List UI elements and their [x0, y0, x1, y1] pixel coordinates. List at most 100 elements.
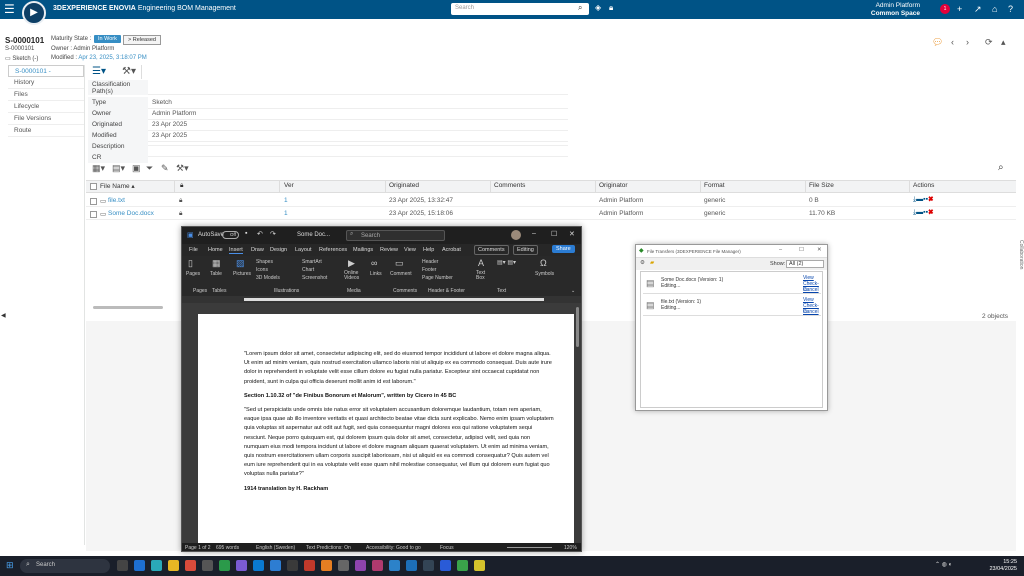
menu-references[interactable]: References — [319, 247, 347, 253]
nav-item-history[interactable]: History — [8, 77, 84, 89]
word-page[interactable]: "Lorem ipsum dolor sit amet, consectetur… — [198, 314, 574, 544]
word-window[interactable]: ▣ AutoSave Off ▪ ↶ ↷ Some Doc... Search … — [181, 226, 582, 552]
status-focus[interactable]: Focus — [440, 545, 454, 551]
search-input[interactable]: Search — [451, 3, 589, 15]
taskbar-app-icon[interactable] — [406, 560, 417, 571]
filter-icon[interactable]: ⏷ — [146, 163, 153, 174]
system-tray-icons[interactable]: ⌃ ◍ ◐ — [935, 561, 952, 568]
status-page[interactable]: Page 1 of 2 — [185, 545, 211, 551]
status-predictions[interactable]: Text Predictions: On — [306, 545, 351, 551]
task-view-icon[interactable] — [117, 560, 128, 571]
list-item[interactable]: ▤ Some Doc.docx (Version: 1) Editing... … — [643, 274, 821, 294]
tag-icon[interactable]: ◈ — [595, 3, 601, 12]
folder-icon[interactable]: ▰ — [650, 260, 654, 266]
menu-file[interactable]: File — [189, 247, 198, 253]
table-row[interactable] — [86, 195, 1016, 207]
edge-icon[interactable] — [151, 560, 162, 571]
version-link[interactable]: 1 — [284, 197, 288, 204]
previous-icon[interactable]: ‹ — [951, 37, 954, 47]
ribbon-header[interactable]: Header — [422, 259, 438, 265]
lock-icon[interactable]: 🔒︎ — [609, 3, 613, 13]
notification-badge[interactable]: 1 — [940, 4, 950, 14]
status-zoom[interactable]: 120% — [564, 545, 577, 551]
word-scrollbar[interactable] — [576, 307, 579, 347]
status-accessibility[interactable]: Accessibility: Good to go — [366, 545, 421, 551]
nav-item-route[interactable]: Route — [8, 125, 84, 137]
refresh-icon[interactable]: ⟳ — [985, 37, 993, 48]
add-icon[interactable]: + — [957, 3, 962, 15]
ribbon-3d-models[interactable]: 3D Models — [256, 275, 280, 281]
edit-icon[interactable]: ✎ — [161, 163, 169, 174]
col-header-ver[interactable]: Ver — [284, 182, 294, 189]
ribbon-pages[interactable]: Pages — [186, 271, 200, 277]
word-search-input[interactable]: Search — [346, 230, 445, 241]
compass-icon[interactable]: ▶ — [22, 1, 46, 25]
add-file-icon[interactable]: ▦▾ — [92, 163, 105, 174]
row-action-icons[interactable]: ⤓▬▪▪✖ — [913, 209, 933, 217]
editing-button[interactable]: Editing — [513, 245, 538, 255]
clock[interactable]: 15:25 23/04/2025 — [985, 559, 1017, 573]
col-header-originated[interactable]: Originated — [389, 182, 419, 189]
status-words[interactable]: 695 words — [216, 545, 239, 551]
col-header-file-size[interactable]: File Size — [809, 182, 834, 189]
heading-translation[interactable]: 1914 translation by H. Rackham — [244, 485, 554, 494]
ribbon-collapse-icon[interactable]: ⌄ — [571, 288, 575, 294]
show-select[interactable]: All (2) — [786, 260, 824, 268]
table-search-icon[interactable]: ⌕ — [998, 162, 1004, 173]
menu-design[interactable]: Design — [270, 247, 287, 253]
file-name-link[interactable]: Some Doc.docx — [108, 210, 154, 217]
ribbon-icons[interactable]: Icons — [256, 267, 268, 273]
taskbar-app-icon[interactable] — [372, 560, 383, 571]
file-name-link[interactable]: file.txt — [108, 197, 125, 204]
chat-icon[interactable]: 💬︎ — [932, 37, 943, 48]
taskbar-app-icon[interactable] — [457, 560, 468, 571]
ribbon-shapes[interactable]: Shapes — [256, 259, 273, 265]
zoom-slider[interactable] — [507, 547, 552, 548]
ribbon-online-videos[interactable]: Online Videos — [344, 271, 364, 281]
cancel-link[interactable]: Cancel — [803, 287, 819, 293]
ribbon-pictures[interactable]: Pictures — [233, 271, 251, 277]
select-all-checkbox[interactable] — [90, 183, 97, 190]
taskbar-app-icon[interactable] — [423, 560, 434, 571]
collapse-icon[interactable]: ▴ — [1001, 37, 1006, 48]
list-menu-icon[interactable]: ☰▾ — [92, 66, 106, 77]
nav-current-item[interactable]: S-0000101 - — [8, 65, 84, 77]
search-icon[interactable]: ⌕ — [578, 3, 582, 13]
menu-insert[interactable]: Insert — [229, 247, 243, 254]
windows-start-icon[interactable]: ⊞ — [6, 560, 14, 571]
menu-layout[interactable]: Layout — [295, 247, 312, 253]
taskbar-app-icon[interactable] — [202, 560, 213, 571]
user-info[interactable]: Admin Platform Common Space — [862, 2, 920, 18]
ribbon-page-number[interactable]: Page Number — [422, 275, 453, 281]
word-ruler[interactable] — [182, 296, 581, 303]
state-released-button[interactable]: > Released — [123, 35, 161, 45]
expand-left-icon[interactable]: ◀ — [1, 312, 6, 319]
undo-icon[interactable]: ↶ — [257, 230, 263, 238]
taskbar-app-icon[interactable] — [389, 560, 400, 571]
file-explorer-icon[interactable] — [168, 560, 179, 571]
heading-section[interactable]: Section 1.10.32 of "de Finibus Bonorum e… — [244, 392, 554, 401]
comments-button[interactable]: Comments — [474, 245, 509, 255]
user-avatar[interactable] — [511, 230, 521, 240]
menu-help[interactable]: Help — [423, 247, 434, 253]
taskbar-app-icon[interactable] — [321, 560, 332, 571]
menu-mailings[interactable]: Mailings — [353, 247, 373, 253]
taskbar-app-icon[interactable] — [134, 560, 145, 571]
row-action-icons[interactable]: ⤓▬▪▪✖ — [913, 196, 933, 204]
close-icon[interactable]: ✕ — [817, 247, 822, 253]
minimize-icon[interactable]: – — [779, 247, 782, 253]
taskbar-app-icon[interactable] — [219, 560, 230, 571]
word-taskbar-icon[interactable] — [440, 560, 451, 571]
col-header-comments[interactable]: Comments — [494, 182, 525, 189]
col-header-file-name[interactable]: File Name ▴ — [100, 182, 135, 190]
ribbon-footer[interactable]: Footer — [422, 267, 436, 273]
taskbar-app-icon[interactable] — [236, 560, 247, 571]
minimize-icon[interactable]: – — [532, 230, 536, 237]
menu-view[interactable]: View — [404, 247, 416, 253]
ribbon-links[interactable]: Links — [370, 271, 382, 277]
state-in-work-button[interactable]: In Work — [94, 35, 121, 43]
chrome-icon[interactable] — [185, 560, 196, 571]
ribbon-chart[interactable]: Chart — [302, 267, 314, 273]
row-checkbox[interactable] — [90, 211, 97, 218]
status-language[interactable]: English (Sweden) — [256, 545, 295, 551]
